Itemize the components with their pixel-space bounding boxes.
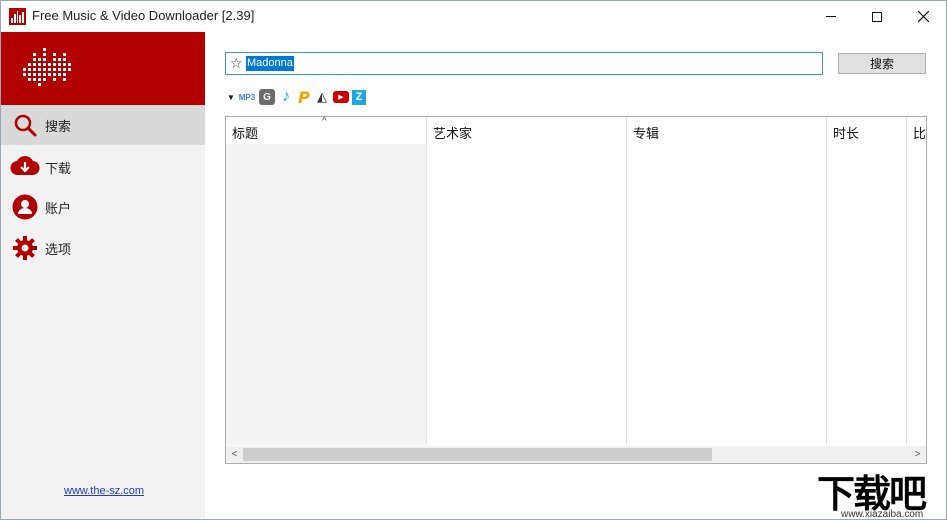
dropdown-icon[interactable]: ▼ xyxy=(227,89,235,105)
column-bitrate: 比 xyxy=(907,117,926,445)
scrollbar-thumb[interactable] xyxy=(243,448,712,461)
column-header-duration[interactable]: 时长 xyxy=(833,123,859,142)
sidebar-item-download[interactable]: 下载 xyxy=(1,147,205,187)
sort-ascending-icon: ^ xyxy=(322,116,327,127)
g-source-icon[interactable]: G xyxy=(259,89,275,105)
column-title: ^ 标题 xyxy=(226,117,427,445)
close-icon xyxy=(917,11,929,22)
scroll-right-icon[interactable]: > xyxy=(909,446,926,463)
sidebar-item-label: 选项 xyxy=(45,241,72,257)
source-toolbar: ▼ MP3 G ♪ P ◭ ▶ Z xyxy=(227,88,366,107)
window-title: Free Music & Video Downloader [2.39] xyxy=(32,8,255,23)
search-box[interactable]: ☆ Madonna xyxy=(225,52,823,75)
note-source-icon[interactable]: ♪ xyxy=(278,88,294,105)
watermark-url: www.xiazaiba.com xyxy=(841,509,924,520)
account-icon xyxy=(10,192,40,222)
column-album: 专辑 xyxy=(627,117,827,445)
column-body xyxy=(226,144,426,445)
column-header-album[interactable]: 专辑 xyxy=(633,123,659,142)
search-icon xyxy=(10,110,40,140)
minimize-icon xyxy=(826,16,836,17)
gear-icon xyxy=(10,233,40,263)
column-header-artist[interactable]: 艺术家 xyxy=(433,123,472,142)
app-window: Free Music & Video Downloader [2.39] 搜索 … xyxy=(0,0,947,520)
search-input[interactable]: Madonna xyxy=(246,56,294,71)
column-artist: 艺术家 xyxy=(427,117,627,445)
sidebar-item-options[interactable]: 选项 xyxy=(1,228,205,268)
column-header-title[interactable]: 标题 xyxy=(232,123,258,142)
column-duration: 时长 xyxy=(827,117,907,445)
search-button[interactable]: 搜索 xyxy=(838,53,926,74)
title-bar: Free Music & Video Downloader [2.39] xyxy=(1,1,946,32)
download-icon xyxy=(10,152,40,182)
sidebar-item-search[interactable]: 搜索 xyxy=(1,105,205,145)
app-icon xyxy=(9,8,26,25)
minimize-button[interactable] xyxy=(808,1,854,32)
soundcloud-source-icon[interactable]: ◭ xyxy=(314,89,330,105)
website-link[interactable]: www.the-sz.com xyxy=(64,485,144,497)
results-table[interactable]: ^ 标题 艺术家 专辑 时长 比 < > xyxy=(225,116,927,464)
column-header-bitrate[interactable]: 比 xyxy=(913,123,926,142)
z-source-icon[interactable]: Z xyxy=(352,89,366,105)
sidebar: 搜索 下载 账户 选项 www.the-sz.com xyxy=(1,32,205,519)
youtube-source-icon[interactable]: ▶ xyxy=(333,91,349,103)
maximize-button[interactable] xyxy=(854,1,900,32)
watermark: 下载吧 www.xiazaiba.com xyxy=(811,463,946,520)
horizontal-scrollbar[interactable]: < > xyxy=(226,446,926,463)
scroll-left-icon[interactable]: < xyxy=(226,446,243,463)
p-source-icon[interactable]: P xyxy=(297,88,311,107)
sidebar-item-label: 账户 xyxy=(45,200,72,216)
maximize-icon xyxy=(872,11,882,22)
sidebar-item-account[interactable]: 账户 xyxy=(1,187,205,227)
sidebar-item-label: 下载 xyxy=(45,160,72,176)
mp3-source-icon[interactable]: MP3 xyxy=(238,89,256,105)
app-logo-icon xyxy=(23,48,71,86)
close-button[interactable] xyxy=(900,1,946,32)
star-icon[interactable]: ☆ xyxy=(230,55,243,72)
sidebar-item-label: 搜索 xyxy=(45,118,72,134)
sidebar-banner xyxy=(1,32,205,105)
